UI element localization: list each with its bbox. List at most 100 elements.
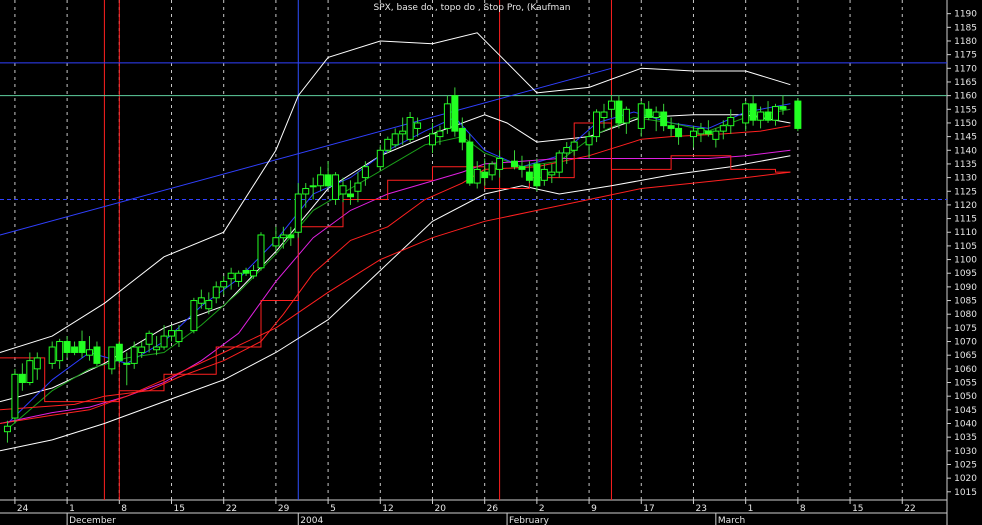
y-tick-label: 1150 [954, 119, 977, 129]
x-tick-label: 9 [591, 504, 597, 514]
candle-body-down [71, 346, 79, 353]
candle-body-up [563, 147, 571, 154]
y-tick-label: 1025 [954, 460, 977, 470]
x-tick-label: 29 [278, 504, 290, 514]
x-tick-label: 22 [226, 504, 237, 514]
candle-body-up [600, 111, 608, 118]
candle-body-up [220, 280, 228, 288]
candle-body-up [257, 234, 265, 269]
candle-body-up [727, 116, 735, 127]
candle-body-down [779, 106, 787, 110]
candle-body-up [742, 103, 750, 124]
candle-body-up [11, 373, 19, 419]
x-tick-label: 8 [121, 504, 127, 514]
x-tick-label: 22 [904, 504, 915, 514]
month-label: March [718, 516, 745, 525]
candle-body-up [190, 300, 198, 332]
candle-body-down [63, 341, 71, 353]
candle-body-down [533, 163, 541, 187]
candle-body-up [757, 111, 765, 121]
candle-body-down [615, 100, 623, 124]
y-tick-label: 1070 [954, 338, 977, 348]
y-tick-label: 1030 [954, 447, 977, 457]
candle-body-down [645, 108, 653, 118]
candle-body-down [764, 111, 772, 121]
y-tick-label: 1055 [954, 379, 977, 389]
candle-body-up [607, 100, 615, 110]
candle-body-up [160, 335, 168, 348]
candle-body-down [287, 234, 295, 239]
candle-body-up [212, 286, 220, 299]
candle-body-up [712, 130, 720, 140]
y-tick-label: 1170 [954, 64, 977, 74]
candle-body-down [93, 346, 101, 364]
month-label: February [509, 516, 550, 525]
candle-body-down [324, 174, 332, 187]
candle [466, 133, 474, 186]
candle-body-up [637, 103, 645, 129]
y-tick-label: 1040 [954, 419, 977, 429]
candle-body-up [384, 138, 392, 151]
candle-body-down [242, 269, 250, 274]
y-tick-label: 1180 [954, 37, 977, 47]
candle-body-up [570, 141, 578, 151]
candle-body-down [675, 127, 683, 138]
candle-body-up [428, 133, 436, 146]
candle-body-up [145, 332, 153, 345]
corner-box[interactable]: N [958, 506, 974, 524]
candle-body-up [436, 130, 444, 138]
x-tick-label: 24 [17, 504, 29, 514]
candle [190, 297, 198, 334]
y-tick-label: 1095 [954, 269, 977, 279]
candle [115, 341, 123, 364]
candle-body-up [361, 166, 369, 179]
chart-background [0, 0, 982, 525]
candle [257, 232, 265, 271]
candle-body-up [689, 130, 697, 138]
candle-body-up [272, 237, 280, 247]
candle-body-down [660, 111, 668, 127]
x-tick-label: 23 [695, 504, 706, 514]
x-tick-label: 26 [487, 504, 499, 514]
candle-body-down [466, 141, 474, 184]
y-tick-label: 1100 [954, 256, 977, 266]
candle-body-up [123, 362, 131, 365]
candle-body-up [719, 125, 727, 132]
candle-body-up [473, 168, 481, 184]
candle-body-down [704, 130, 712, 135]
candle-body-up [130, 346, 138, 364]
candle-body-down [451, 95, 459, 132]
y-tick-label: 1015 [954, 488, 977, 498]
month-label: December [69, 516, 116, 525]
candle-body-up [771, 106, 779, 121]
candle-body-up [302, 188, 310, 195]
candle [384, 136, 392, 154]
y-tick-label: 1085 [954, 297, 977, 307]
y-tick-label: 1050 [954, 392, 977, 402]
candle-body-up [153, 346, 161, 351]
y-tick-label: 1045 [954, 406, 977, 416]
candle-body-up [175, 330, 183, 343]
candle-body-down [525, 171, 533, 181]
y-tick-label: 1105 [954, 242, 977, 252]
candle-body-up [548, 171, 556, 176]
y-tick-label: 1160 [954, 92, 977, 102]
candle-body-up [108, 346, 116, 370]
candle-body-down [481, 171, 489, 179]
candle-body-up [168, 330, 176, 337]
x-tick-label: 2 [539, 504, 545, 514]
candle-body-up [697, 127, 705, 135]
candle-body-down [518, 166, 526, 170]
y-tick-label: 1145 [954, 133, 977, 143]
candle-body-down [458, 127, 466, 143]
y-tick-label: 1140 [954, 146, 977, 156]
candle-body-up [622, 108, 630, 124]
y-tick-label: 1120 [954, 201, 977, 211]
candle-body-up [332, 174, 340, 200]
chart: 1015 1020 1025 1030 1035 1040 1045 1050 1055 1060… [0, 0, 982, 525]
candle-body-up [235, 272, 243, 282]
candle-body-up [496, 157, 504, 170]
candle-body-up [279, 234, 287, 239]
candle-body-up [391, 133, 399, 146]
y-tick-label: 1060 [954, 365, 977, 375]
